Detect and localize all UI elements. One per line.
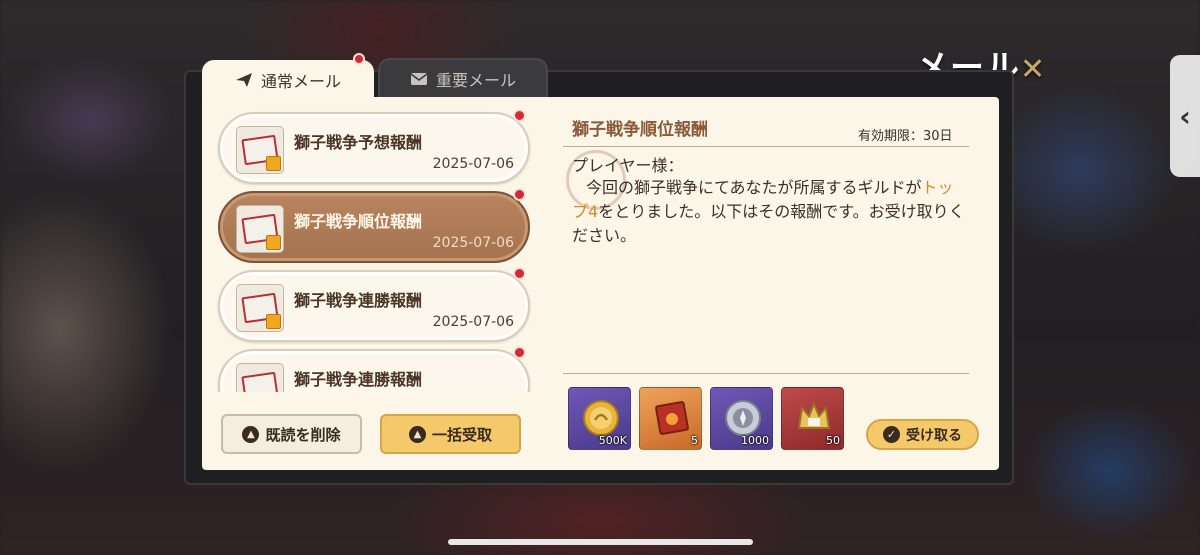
chevron-left-icon: ‹ <box>1179 99 1191 133</box>
mail-date: 2025-07-06 <box>432 314 514 330</box>
unread-dot <box>513 188 526 201</box>
mail-envelope-icon <box>236 126 284 174</box>
gold-coin-icon <box>583 400 619 436</box>
home-indicator[interactable] <box>448 539 753 545</box>
tab-important-mail[interactable]: 重要メール <box>378 58 548 98</box>
unread-dot <box>513 109 526 122</box>
mail-item-selected[interactable]: 獅子戦争順位報酬 2025-07-06 <box>218 188 530 263</box>
button-label: 受け取る <box>906 427 962 444</box>
unread-dot <box>513 267 526 280</box>
mail-envelope-icon <box>236 363 284 392</box>
mail-item[interactable]: 獅子戦争予想報酬 2025-07-06 <box>218 109 530 184</box>
envelope-icon <box>410 73 428 85</box>
gift-icon <box>266 156 281 171</box>
chevron-up-icon: ▲ <box>242 425 260 443</box>
reward-quantity: 500K <box>598 434 627 447</box>
mail-item[interactable]: 獅子戦争連勝報酬 2025-07-06 <box>218 346 530 392</box>
reward-gold-coin[interactable]: 500K <box>568 387 631 450</box>
check-icon: ✓ <box>883 426 900 443</box>
close-icon[interactable]: ✕ <box>1020 52 1046 87</box>
scroll-icon <box>655 401 689 435</box>
unread-dot <box>353 53 365 65</box>
silver-medal-icon <box>725 400 761 436</box>
delete-read-button[interactable]: ▲ 既読を削除 <box>221 414 362 454</box>
reward-silver-medal[interactable]: 1000 <box>710 387 773 450</box>
mail-envelope-icon <box>236 205 284 253</box>
divider <box>563 373 969 374</box>
tab-normal-mail[interactable]: 通常メール <box>202 60 374 100</box>
mail-envelope-icon <box>236 284 284 332</box>
divider <box>563 146 969 147</box>
receive-button[interactable]: ✓ 受け取る <box>866 419 979 450</box>
claim-all-button[interactable]: ▲ 一括受取 <box>380 414 521 454</box>
mail-detail-title: 獅子戦争順位報酬 <box>572 120 708 140</box>
mail-title: 獅子戦争順位報酬 <box>294 212 423 231</box>
side-panel-handle[interactable]: ‹ <box>1170 55 1200 177</box>
mail-title: 獅子戦争予想報酬 <box>294 133 423 152</box>
mail-item[interactable]: 獅子戦争連勝報酬 2025-07-06 <box>218 267 530 342</box>
chevron-up-icon: ▲ <box>408 425 426 443</box>
reward-quantity: 1000 <box>741 434 769 447</box>
tab-label: 重要メール <box>435 71 516 90</box>
greeting-text: プレイヤー様： <box>572 156 684 175</box>
button-label: 一括受取 <box>431 425 492 444</box>
gift-icon <box>266 314 281 329</box>
expiry-label: 有効期限：30日 <box>858 129 953 144</box>
golden-crown-icon <box>797 401 831 429</box>
tab-label: 通常メール <box>260 72 341 91</box>
gift-icon <box>266 235 281 250</box>
mail-title: 獅子戦争連勝報酬 <box>294 370 423 389</box>
reward-quantity: 50 <box>826 434 840 447</box>
paper-plane-icon <box>235 73 252 87</box>
unread-dot <box>513 346 526 359</box>
mail-body: 今回の獅子戦争にてあなたが所属するギルドがトップ4をとりました。以下はその報酬で… <box>572 178 965 245</box>
reward-scroll[interactable]: 5 <box>639 387 702 450</box>
mail-date: 2025-07-06 <box>432 156 514 172</box>
reward-golden-crown[interactable]: 50 <box>781 387 844 450</box>
button-label: 既読を削除 <box>265 425 341 444</box>
mail-date: 2025-07-06 <box>432 235 514 251</box>
reward-quantity: 5 <box>691 434 698 447</box>
mail-title: 獅子戦争連勝報酬 <box>294 291 423 310</box>
mail-list[interactable]: 獅子戦争予想報酬 2025-07-06 獅子戦争順位報酬 2025-07-06 … <box>210 100 540 392</box>
